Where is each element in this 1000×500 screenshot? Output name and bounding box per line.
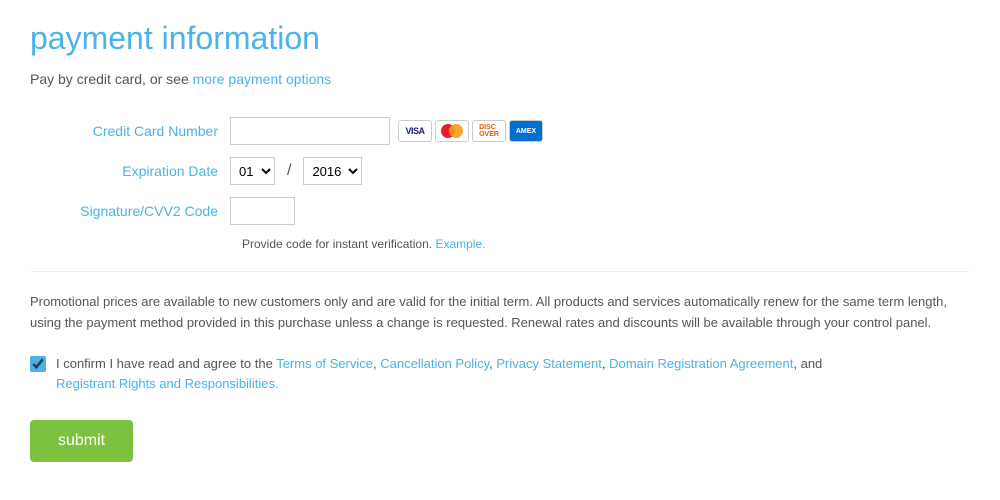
credit-card-input[interactable] xyxy=(230,117,390,145)
visa-icon: VISA xyxy=(398,120,432,142)
privacy-link[interactable]: Privacy Statement xyxy=(496,356,602,371)
cancellation-link[interactable]: Cancellation Policy xyxy=(380,356,489,371)
expiry-separator: / xyxy=(287,162,291,180)
cvv-row: Signature/CVV2 Code xyxy=(30,197,970,225)
expiry-year-select[interactable]: 2016 2017 2018 2019 2020 2021 2022 2023 … xyxy=(303,157,362,185)
domain-reg-link[interactable]: Domain Registration Agreement xyxy=(609,356,793,371)
submit-button[interactable]: submit xyxy=(30,420,133,462)
expiration-row: Expiration Date 01 02 03 04 05 06 07 08 … xyxy=(30,157,970,185)
expiration-control: 01 02 03 04 05 06 07 08 09 10 11 12 / 20… xyxy=(230,157,362,185)
cvv-label: Signature/CVV2 Code xyxy=(30,203,230,219)
card-icons: VISA DISCOVER AMEX xyxy=(398,120,543,142)
discover-icon: DISCOVER xyxy=(472,120,506,142)
agreement-text: I confirm I have read and agree to the T… xyxy=(56,354,822,396)
cvv-input[interactable] xyxy=(230,197,295,225)
expiry-month-select[interactable]: 01 02 03 04 05 06 07 08 09 10 11 12 xyxy=(230,157,275,185)
intro-paragraph: Pay by credit card, or see more payment … xyxy=(30,71,970,87)
promo-text: Promotional prices are available to new … xyxy=(30,292,970,334)
more-payment-options-link[interactable]: more payment options xyxy=(193,71,332,87)
divider xyxy=(30,271,970,272)
mastercard-icon xyxy=(435,120,469,142)
cvv-example-link[interactable]: Example. xyxy=(435,237,485,251)
cvv-help-text: Provide code for instant verification. E… xyxy=(242,237,970,251)
credit-card-row: Credit Card Number VISA DISCOVER AMEX xyxy=(30,117,970,145)
agreement-checkbox[interactable] xyxy=(30,356,46,372)
credit-card-label: Credit Card Number xyxy=(30,123,230,139)
terms-link[interactable]: Terms of Service xyxy=(276,356,373,371)
payment-form: Credit Card Number VISA DISCOVER AMEX Ex… xyxy=(30,117,970,251)
credit-card-control: VISA DISCOVER AMEX xyxy=(230,117,543,145)
cvv-control xyxy=(230,197,295,225)
agreement-row: I confirm I have read and agree to the T… xyxy=(30,354,970,396)
page-title: payment information xyxy=(30,20,970,57)
amex-icon: AMEX xyxy=(509,120,543,142)
registrant-rights-link[interactable]: Registrant Rights and Responsibilities. xyxy=(56,376,279,391)
expiration-label: Expiration Date xyxy=(30,163,230,179)
